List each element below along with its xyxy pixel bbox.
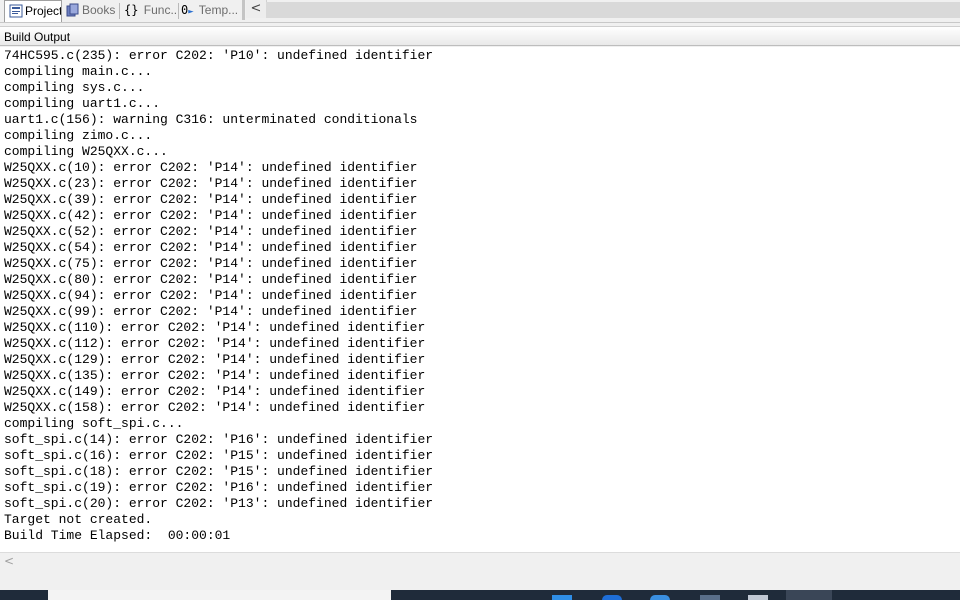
project-tab-strip: Project Books {} Func... 0► Temp... < xyxy=(0,0,960,23)
taskbar-search-box[interactable] xyxy=(48,590,391,600)
taskbar-app-icon[interactable] xyxy=(552,595,572,600)
output-line: soft_spi.c(14): error C202: 'P16': undef… xyxy=(4,432,434,447)
horizontal-scrollbar[interactable]: < xyxy=(0,552,960,570)
status-area xyxy=(0,570,960,590)
output-line: Build Time Elapsed: 00:00:01 xyxy=(4,528,231,543)
output-line: W25QXX.c(158): error C202: 'P14': undefi… xyxy=(4,400,426,415)
output-line: W25QXX.c(52): error C202: 'P14': undefin… xyxy=(4,224,418,239)
template-icon: 0► xyxy=(181,3,194,17)
output-line: soft_spi.c(19): error C202: 'P16': undef… xyxy=(4,480,434,495)
project-icon xyxy=(9,4,23,18)
scroll-left-arrow-icon[interactable]: < xyxy=(4,553,14,570)
tab-project[interactable]: Project xyxy=(4,0,62,22)
tab-books[interactable]: Books xyxy=(62,0,118,20)
output-line: W25QXX.c(99): error C202: 'P14': undefin… xyxy=(4,304,418,319)
output-line: W25QXX.c(10): error C202: 'P14': undefin… xyxy=(4,160,418,175)
output-line: compiling uart1.c... xyxy=(4,96,161,111)
output-line: W25QXX.c(129): error C202: 'P14': undefi… xyxy=(4,352,426,367)
output-line: 74HC595.c(235): error C202: 'P10': undef… xyxy=(4,48,434,63)
tab-scroll-left-button[interactable]: < xyxy=(246,0,267,18)
os-taskbar xyxy=(0,590,960,600)
taskbar-app-icon[interactable] xyxy=(700,595,720,600)
braces-icon: {} xyxy=(124,3,139,17)
output-line: soft_spi.c(16): error C202: 'P15': undef… xyxy=(4,448,434,463)
output-line: soft_spi.c(20): error C202: 'P13': undef… xyxy=(4,496,434,511)
output-line: W25QXX.c(94): error C202: 'P14': undefin… xyxy=(4,288,418,303)
output-line: compiling main.c... xyxy=(4,64,153,79)
tab-label: Project xyxy=(25,4,62,18)
tab-label: Temp... xyxy=(198,3,239,17)
output-line: uart1.c(156): warning C316: unterminated… xyxy=(4,112,418,127)
output-line: W25QXX.c(135): error C202: 'P14': undefi… xyxy=(4,368,426,383)
output-line: W25QXX.c(42): error C202: 'P14': undefin… xyxy=(4,208,418,223)
output-line: W25QXX.c(80): error C202: 'P14': undefin… xyxy=(4,272,418,287)
output-line: W25QXX.c(110): error C202: 'P14': undefi… xyxy=(4,320,426,335)
output-line: compiling zimo.c... xyxy=(4,128,153,143)
output-line: compiling sys.c... xyxy=(4,80,145,95)
output-line: W25QXX.c(149): error C202: 'P14': undefi… xyxy=(4,384,426,399)
tab-label: Func... xyxy=(143,3,178,17)
taskbar-app-icon[interactable] xyxy=(602,595,622,600)
output-line: compiling W25QXX.c... xyxy=(4,144,168,159)
output-line: W25QXX.c(75): error C202: 'P14': undefin… xyxy=(4,256,418,271)
output-line: compiling soft_spi.c... xyxy=(4,416,184,431)
tab-templates[interactable]: 0► Temp... xyxy=(179,0,241,20)
books-icon xyxy=(66,3,80,17)
output-line: soft_spi.c(18): error C202: 'P15': undef… xyxy=(4,464,434,479)
taskbar-app-icon[interactable] xyxy=(748,595,768,600)
output-line: Target not created. xyxy=(4,512,153,527)
tab-strip-empty-area xyxy=(266,2,960,18)
tab-functions[interactable]: {} Func... xyxy=(120,0,178,20)
build-output-title: Build Output xyxy=(0,26,960,46)
output-line: W25QXX.c(23): error C202: 'P14': undefin… xyxy=(4,176,418,191)
splitter[interactable] xyxy=(242,0,245,20)
tab-label: Books xyxy=(82,3,116,17)
taskbar-app-icon[interactable] xyxy=(650,595,670,600)
taskbar-active-app[interactable] xyxy=(786,590,832,600)
output-line: W25QXX.c(112): error C202: 'P14': undefi… xyxy=(4,336,426,351)
build-output-text-area[interactable]: 74HC595.c(235): error C202: 'P10': undef… xyxy=(0,47,960,552)
output-line: W25QXX.c(54): error C202: 'P14': undefin… xyxy=(4,240,418,255)
output-line: W25QXX.c(39): error C202: 'P14': undefin… xyxy=(4,192,418,207)
